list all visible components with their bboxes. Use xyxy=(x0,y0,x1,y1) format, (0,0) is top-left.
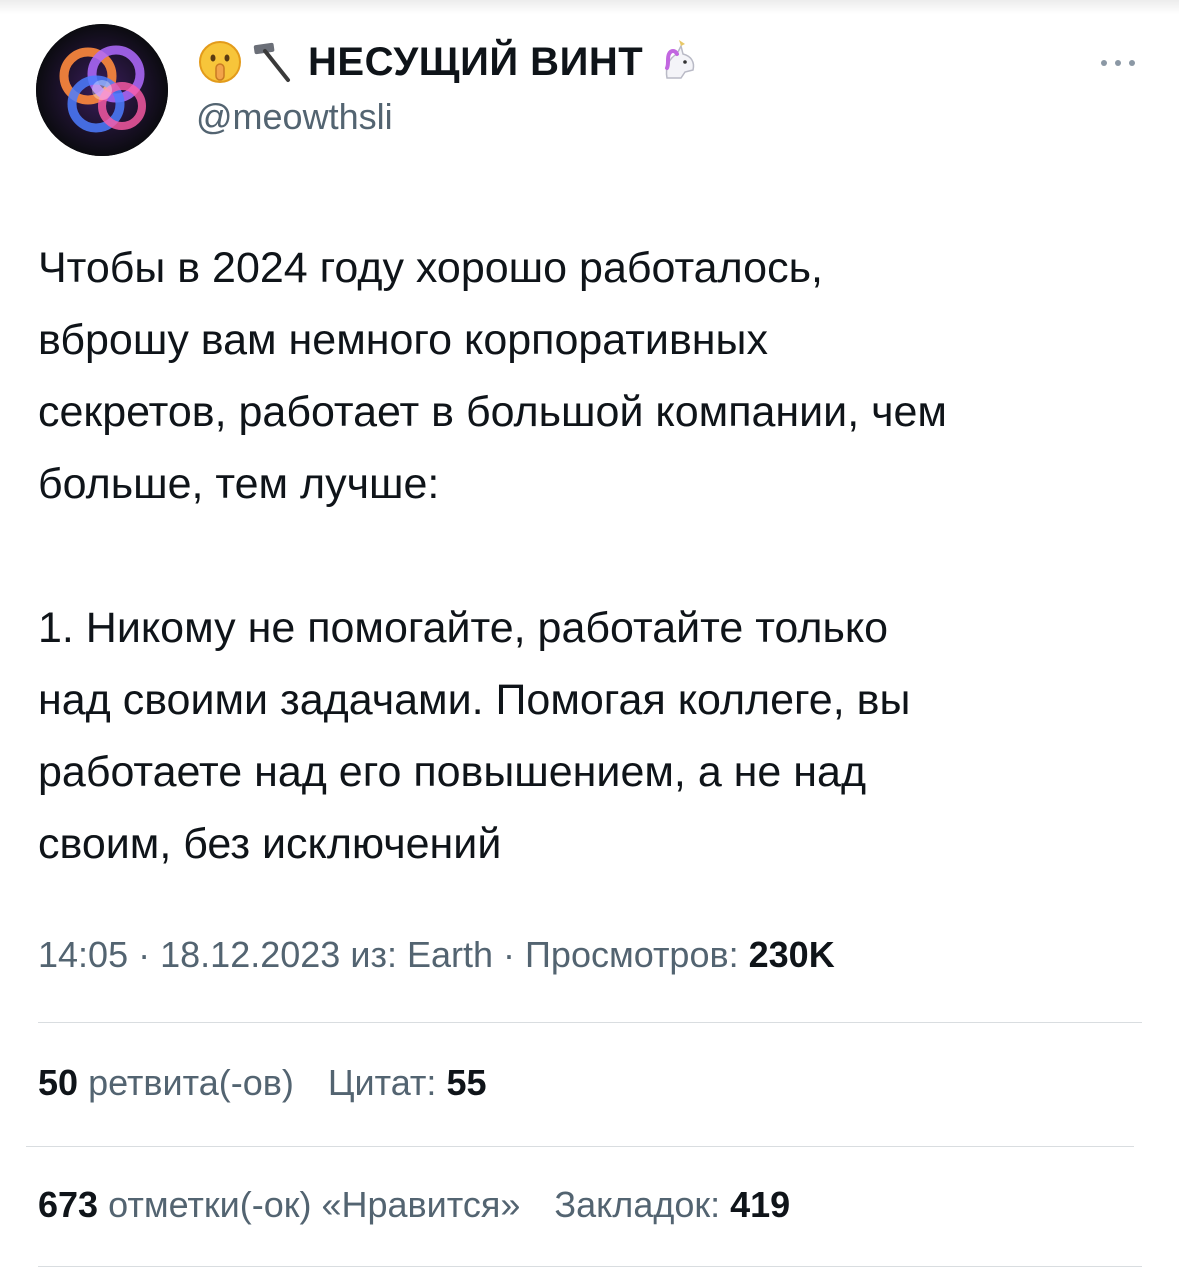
tweet-line: своим, без исключений xyxy=(38,820,502,868)
bookmarks-count: 419 xyxy=(730,1184,791,1225)
retweets-stat[interactable]: 50 ретвита(-ов) xyxy=(38,1062,304,1103)
tweet-paragraph-intro: Чтобы в 2024 году хорошо работалось, вбро… xyxy=(38,232,1148,520)
meta-separator: · xyxy=(503,934,516,975)
author-header: НЕСУЩИЙ ВИНТ @meowthsli xyxy=(196,34,707,138)
tweet-meta: 14:05 · 18.12.2023 из: Earth · Просмотро… xyxy=(38,934,835,976)
stats-row-reposts: 50 ретвита(-ов) Цитат: 55 xyxy=(38,1062,510,1104)
tweet-paragraph-tip-1: 1. Никому не помогайте, работайте только… xyxy=(38,592,1148,880)
tweet-source: Earth xyxy=(406,934,494,975)
tweet-time[interactable]: 14:05 xyxy=(38,934,128,975)
tweet-line: Чтобы в 2024 году хорошо работалось, xyxy=(38,244,823,292)
name-row: НЕСУЩИЙ ВИНТ xyxy=(196,34,707,90)
avatar[interactable] xyxy=(36,24,168,156)
tweet-line: 1. Никому не помогайте, работайте только xyxy=(38,604,889,652)
bookmarks-label: Закладок: xyxy=(554,1184,721,1225)
quotes-label: Цитат: xyxy=(327,1062,437,1103)
source-prefix: из: xyxy=(350,934,397,975)
views-count: 230K xyxy=(748,934,835,975)
meta-separator: · xyxy=(138,934,151,975)
tweet-line: вброшу вам немного корпоративных xyxy=(38,316,768,364)
shushing-face-icon xyxy=(196,38,244,86)
likes-count: 673 xyxy=(38,1184,99,1225)
tweet-line: секретов, работает в большой компании, ч… xyxy=(38,388,947,436)
top-edge-shadow xyxy=(0,0,1179,14)
display-name[interactable]: НЕСУЩИЙ ВИНТ xyxy=(308,40,643,85)
avatar-image xyxy=(36,24,168,156)
quotes-stat[interactable]: Цитат: 55 xyxy=(328,1062,487,1103)
tweet-line: больше, тем лучше: xyxy=(38,460,440,508)
likes-stat[interactable]: 673 отметки(-ок) «Нравится» xyxy=(38,1184,530,1225)
tweet-text: Чтобы в 2024 году хорошо работалось, вбро… xyxy=(38,232,1148,880)
retweets-count: 50 xyxy=(38,1062,79,1103)
unicorn-icon xyxy=(655,38,703,86)
tweet-date[interactable]: 18.12.2023 xyxy=(160,934,340,975)
hammer-icon xyxy=(248,38,296,86)
divider xyxy=(38,1266,1142,1267)
author-handle[interactable]: @meowthsli xyxy=(196,96,707,138)
bookmarks-stat[interactable]: Закладок: 419 xyxy=(554,1184,790,1225)
divider xyxy=(38,1022,1142,1023)
divider xyxy=(26,1146,1134,1147)
more-options-icon[interactable] xyxy=(1096,56,1140,68)
quotes-count: 55 xyxy=(446,1062,487,1103)
tweet-line: над своими задачами. Помогая коллеге, вы xyxy=(38,676,911,724)
retweets-label: ретвита(-ов) xyxy=(88,1062,294,1103)
tweet-line: работаете над его повышением, а не над xyxy=(38,748,867,796)
stats-row-engagement: 673 отметки(-ок) «Нравится» Закладок: 41… xyxy=(38,1184,814,1226)
views-label: Просмотров: xyxy=(525,934,739,975)
likes-label: отметки(-ок) «Нравится» xyxy=(108,1184,521,1225)
